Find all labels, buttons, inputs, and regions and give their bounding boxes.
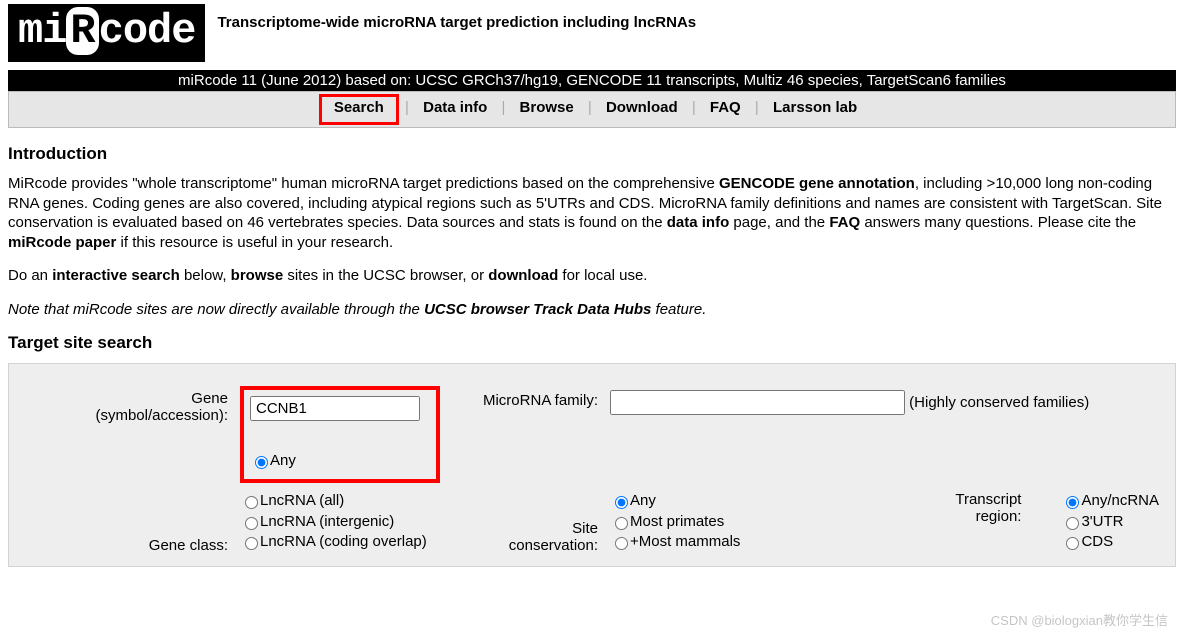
intro-text-span: below,: [180, 267, 231, 284]
siteconserv-mammals[interactable]: +Most mammals: [610, 532, 740, 552]
logo-suffix: code: [99, 7, 196, 55]
region-any[interactable]: Any/ncRNA: [1061, 491, 1159, 511]
nav-sep: |: [499, 99, 507, 116]
intro-bold-gencode: GENCODE gene annotation: [719, 175, 915, 192]
region-label-1: Transcript: [955, 491, 1021, 508]
nav-bar: Search | Data info | Browse | Download |…: [8, 91, 1176, 128]
radio-label: 3'UTR: [1081, 513, 1123, 530]
gene-input-highlight: Any: [240, 386, 440, 483]
gene-input[interactable]: [250, 396, 420, 421]
nav-tab-larssonlab[interactable]: Larsson lab: [765, 97, 865, 118]
intro-text-span: sites in the UCSC browser, or: [283, 267, 488, 284]
intro-link-faq[interactable]: FAQ: [829, 214, 860, 231]
intro-text-span: page, and the: [729, 214, 829, 231]
radio-label: Any/ncRNA: [1081, 492, 1159, 509]
nav-tab-datainfo[interactable]: Data info: [415, 97, 495, 118]
intro-link-paper[interactable]: miRcode paper: [8, 234, 116, 251]
intro-bold-trackhubs: UCSC browser Track Data Hubs: [424, 301, 651, 318]
nav-sep: |: [403, 99, 411, 116]
mirna-label: MicroRNA family:: [483, 392, 598, 409]
intro-bold-search: interactive search: [52, 267, 180, 284]
siteconserv-primates[interactable]: Most primates: [610, 512, 740, 532]
nav-tab-download[interactable]: Download: [598, 97, 686, 118]
intro-text-span: feature.: [651, 301, 706, 318]
version-bar: miRcode 11 (June 2012) based on: UCSC GR…: [8, 70, 1176, 91]
intro-text: MiRcode provides "whole transcriptome" h…: [8, 174, 1176, 319]
search-form: Gene (symbol/accession): Any MicroRNA fa…: [8, 363, 1176, 567]
introduction-heading: Introduction: [8, 144, 1176, 164]
region-label-2: region:: [976, 508, 1022, 525]
mircode-logo: miRcode: [8, 4, 205, 62]
intro-link-datainfo[interactable]: data info: [667, 214, 730, 231]
intro-link-download[interactable]: download: [488, 267, 558, 284]
radio-label: Any: [630, 492, 656, 509]
watermark: CSDN @biologxian教你学生信: [991, 610, 1168, 629]
radio-label: LncRNA (coding overlap): [260, 533, 427, 550]
radio-label: LncRNA (all): [260, 492, 344, 509]
mirna-hint: (Highly conserved families): [909, 394, 1089, 411]
intro-text-span: for local use.: [558, 267, 647, 284]
gene-class-any[interactable]: Any: [250, 451, 426, 471]
siteconserv-any[interactable]: Any: [610, 491, 740, 511]
radio-label: LncRNA (intergenic): [260, 513, 394, 530]
nav-tab-faq[interactable]: FAQ: [702, 97, 749, 118]
radio-label: +Most mammals: [630, 533, 740, 550]
intro-text-span: answers many questions. Please cite the: [860, 214, 1136, 231]
intro-text-span: Note that miRcode sites are now directly…: [8, 301, 424, 318]
radio-label: CDS: [1081, 533, 1113, 550]
tagline: Transcriptome-wide microRNA target predi…: [217, 4, 696, 31]
gene-class-label: Gene class:: [149, 537, 228, 554]
mirna-input[interactable]: [610, 390, 905, 415]
region-3utr[interactable]: 3'UTR: [1061, 512, 1159, 532]
radio-label: Any: [270, 452, 296, 469]
gene-class-lncrna-overlap[interactable]: LncRNA (coding overlap): [240, 532, 448, 552]
intro-text-span: Do an: [8, 267, 52, 284]
gene-label-2: (symbol/accession):: [95, 407, 228, 424]
radio-label: Most primates: [630, 513, 724, 530]
nav-sep: |: [690, 99, 698, 116]
intro-link-browse[interactable]: browse: [231, 267, 284, 284]
nav-tab-search[interactable]: Search: [319, 94, 399, 125]
nav-tab-browse[interactable]: Browse: [512, 97, 582, 118]
gene-label-1: Gene: [191, 390, 228, 407]
intro-text-span: if this resource is useful in your resea…: [116, 234, 393, 251]
nav-sep: |: [753, 99, 761, 116]
logo-prefix: mi: [18, 7, 66, 55]
region-cds[interactable]: CDS: [1061, 532, 1159, 552]
search-heading: Target site search: [8, 333, 1176, 353]
siteconserv-label-1: Site: [572, 520, 598, 537]
logo-invert-R: R: [66, 7, 98, 55]
nav-sep: |: [586, 99, 594, 116]
gene-class-lncrna-intergenic[interactable]: LncRNA (intergenic): [240, 512, 448, 532]
gene-class-lncrna-all[interactable]: LncRNA (all): [240, 491, 448, 511]
intro-text-span: MiRcode provides "whole transcriptome" h…: [8, 175, 719, 192]
siteconserv-label-2: conservation:: [509, 537, 598, 554]
